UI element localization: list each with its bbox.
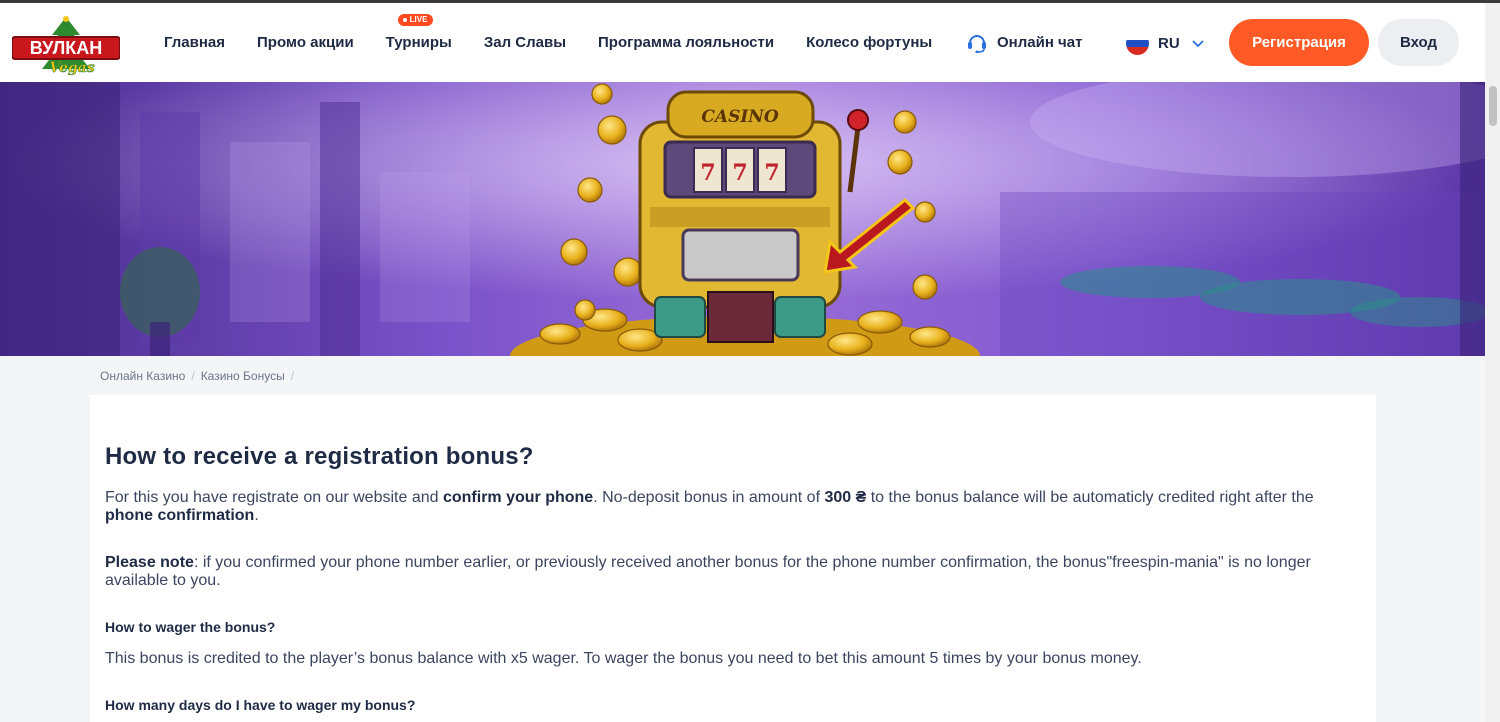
nav-label: Зал Славы bbox=[483, 34, 566, 51]
paragraph-registration: For this you have registrate on our webs… bbox=[105, 489, 1361, 525]
reel-2: 7 bbox=[732, 160, 747, 186]
reel-1: 7 bbox=[700, 160, 715, 186]
nav-item-home[interactable]: Главная bbox=[164, 34, 225, 51]
russia-flag-icon bbox=[1126, 32, 1149, 55]
nav-label: Турниры bbox=[385, 34, 452, 51]
casino-banner: CASINO 7 7 7 bbox=[0, 82, 1485, 356]
text-run: . bbox=[254, 507, 259, 524]
paragraph-note: Please note: if you confirmed your phone… bbox=[105, 554, 1361, 590]
svg-text:ВУЛКАН: ВУЛКАН bbox=[30, 38, 102, 58]
nav-item-wheel-of-fortune[interactable]: Колесо фортуны bbox=[806, 34, 932, 51]
nav-label: Главная bbox=[164, 34, 226, 51]
heading-wager: How to wager the bonus? bbox=[105, 619, 276, 635]
language-selector[interactable]: RU bbox=[1126, 32, 1204, 55]
text-run: For this you have registrate on our webs… bbox=[105, 489, 443, 506]
reel-3: 7 bbox=[764, 160, 779, 186]
scrollbar-thumb[interactable] bbox=[1489, 86, 1497, 126]
note-label: Please note bbox=[105, 554, 194, 571]
nav-item-promo[interactable]: Промо акции bbox=[257, 34, 354, 51]
online-chat-link[interactable]: Онлайн чат bbox=[966, 31, 1082, 53]
text-bold: confirm your phone bbox=[442, 489, 594, 506]
site-header: ВУЛКАН Vegas Главная Промо акции LIVE Ту… bbox=[0, 3, 1485, 82]
language-code: RU bbox=[1158, 35, 1180, 52]
chevron-down-icon bbox=[1192, 39, 1204, 47]
heading-days: How many days do I have to wager my bonu… bbox=[105, 697, 416, 713]
text-bold: phone confirmation bbox=[105, 507, 255, 524]
nav-item-tournaments[interactable]: LIVE Турниры bbox=[385, 14, 452, 51]
svg-text:Vegas: Vegas bbox=[49, 60, 94, 75]
paragraph-wager: This bonus is credited to the player’s b… bbox=[105, 650, 1142, 667]
breadcrumb-separator: / bbox=[290, 369, 295, 383]
breadcrumb-item-casino-bonuses[interactable]: Казино Бонусы bbox=[201, 369, 285, 383]
register-button[interactable]: Регистрация bbox=[1229, 19, 1369, 66]
main-nav: Главная Промо акции LIVE Турниры Зал Сла… bbox=[164, 3, 964, 82]
nav-item-loyalty[interactable]: Программа лояльности bbox=[598, 34, 774, 51]
nav-label: Колесо фортуны bbox=[806, 34, 933, 51]
chat-label: Онлайн чат bbox=[997, 33, 1083, 51]
scrollbar-track-top bbox=[1485, 3, 1500, 82]
banner-slot-label: CASINO bbox=[701, 107, 778, 127]
headset-icon bbox=[968, 35, 986, 53]
article-content: How to receive a registration bonus? For… bbox=[90, 395, 1376, 722]
login-button[interactable]: Вход bbox=[1378, 19, 1459, 66]
nav-label: Промо акции bbox=[257, 34, 354, 51]
breadcrumb-separator: / bbox=[191, 369, 195, 383]
text-run: . No-deposit bonus in amount of bbox=[593, 489, 825, 506]
nav-label: Программа лояльности bbox=[598, 34, 775, 51]
vulkan-vegas-logo[interactable]: ВУЛКАН Vegas bbox=[12, 15, 120, 75]
nav-item-hall-of-fame[interactable]: Зал Славы bbox=[484, 34, 566, 51]
text-run: : if you confirmed your phone number ear… bbox=[105, 554, 1311, 589]
bonus-amount: 300 ₴ bbox=[824, 489, 867, 506]
breadcrumb-item-online-casino[interactable]: Онлайн Казино bbox=[100, 369, 185, 383]
page-scrollbar[interactable] bbox=[1485, 82, 1500, 722]
breadcrumb: Онлайн Казино / Казино Бонусы / bbox=[100, 369, 300, 383]
text-run: to the bonus balance will be automaticly… bbox=[866, 489, 1314, 506]
page-title: How to receive a registration bonus? bbox=[105, 443, 534, 470]
live-badge: LIVE bbox=[397, 14, 434, 26]
